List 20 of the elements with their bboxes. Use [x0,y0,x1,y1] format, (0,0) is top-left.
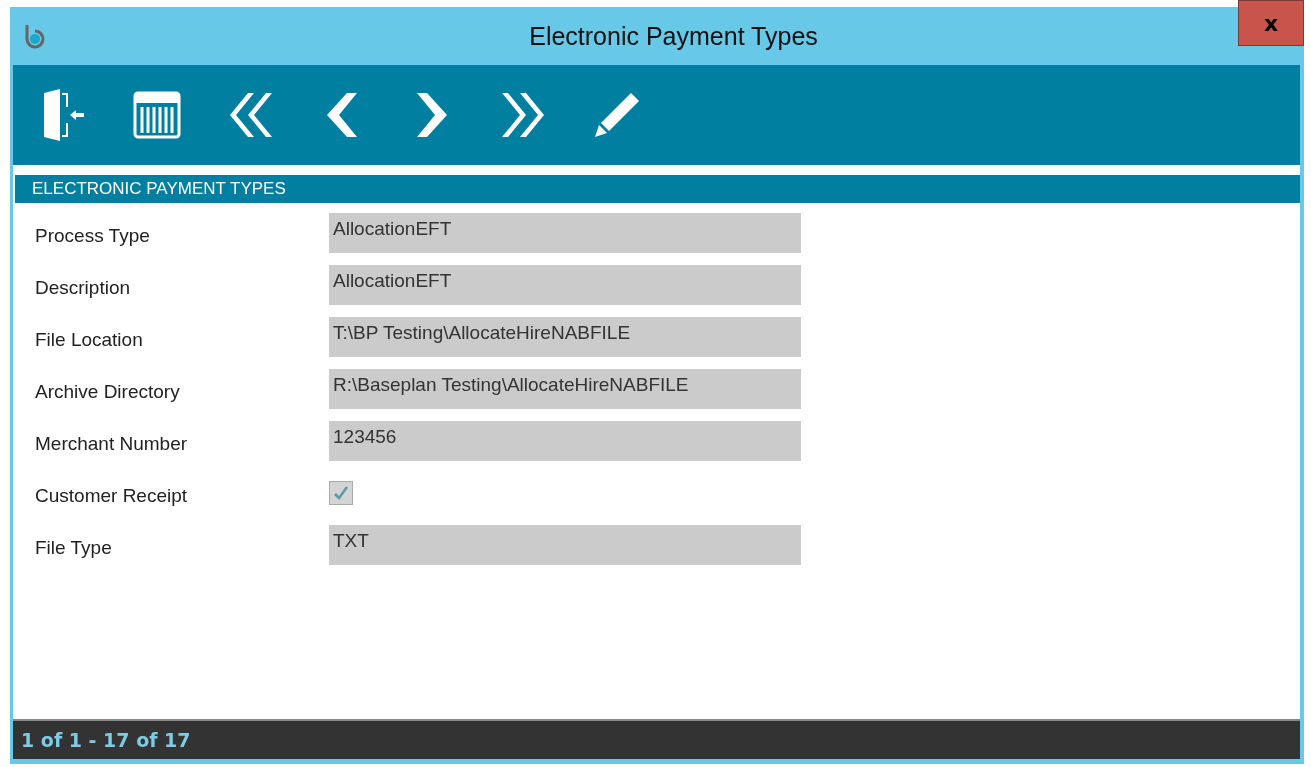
section-header: ELECTRONIC PAYMENT TYPES [15,175,1300,203]
logo-icon [23,23,47,49]
field-label: Process Type [34,224,151,247]
input-field[interactable]: 123456 [329,421,801,461]
window-title: Electronic Payment Types [529,21,818,51]
close-button[interactable]: x [1238,0,1304,46]
input-field[interactable]: AllocationEFT [329,213,801,253]
input-field[interactable]: T:\BP Testing\AllocateHireNABFILE [329,317,801,357]
input-field[interactable]: TXT [329,525,801,565]
checkmark-icon [333,485,349,501]
field-label: Merchant Number [34,432,189,455]
checkbox[interactable] [329,481,353,505]
field-label: File Type [34,536,113,559]
record-count: 1 of 1 - 17 of 17 [21,729,191,751]
field-label: Customer Receipt [34,484,189,507]
input-field[interactable]: AllocationEFT [329,265,801,305]
field-label: File Location [34,328,144,351]
input-field[interactable]: R:\Baseplan Testing\AllocateHireNABFILE [329,369,801,409]
field-label: Archive Directory [34,380,181,403]
field-label: Description [34,276,132,299]
